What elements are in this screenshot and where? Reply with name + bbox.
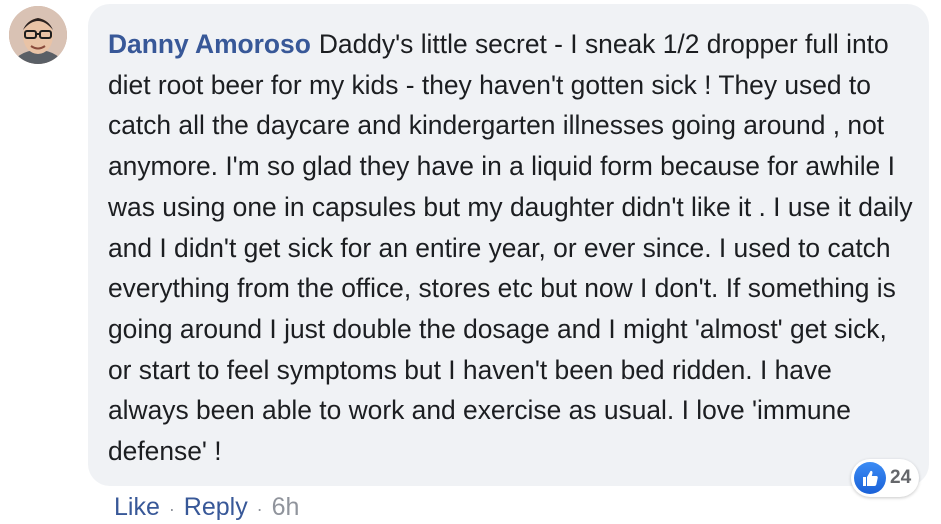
reaction-summary[interactable]: 24 [851, 459, 920, 497]
thumbs-up-icon [854, 462, 886, 494]
comment-text: Daddy's little secret - I sneak 1/2 drop… [108, 29, 913, 467]
comment-bubble: Danny Amoroso Daddy's little secret - I s… [88, 4, 929, 486]
separator: · [168, 499, 175, 519]
comment: Danny Amoroso Daddy's little secret - I s… [0, 0, 941, 524]
comment-body: Danny Amoroso Daddy's little secret - I s… [108, 24, 913, 472]
timestamp[interactable]: 6h [272, 493, 300, 521]
like-button[interactable]: Like [114, 493, 160, 521]
author-name[interactable]: Danny Amoroso [108, 29, 311, 59]
reaction-count: 24 [890, 467, 912, 488]
reply-button[interactable]: Reply [184, 493, 248, 521]
comment-actions: Like · Reply · 6h [114, 490, 299, 524]
separator: · [256, 499, 263, 519]
avatar[interactable] [9, 6, 67, 64]
avatar-image [9, 6, 67, 64]
